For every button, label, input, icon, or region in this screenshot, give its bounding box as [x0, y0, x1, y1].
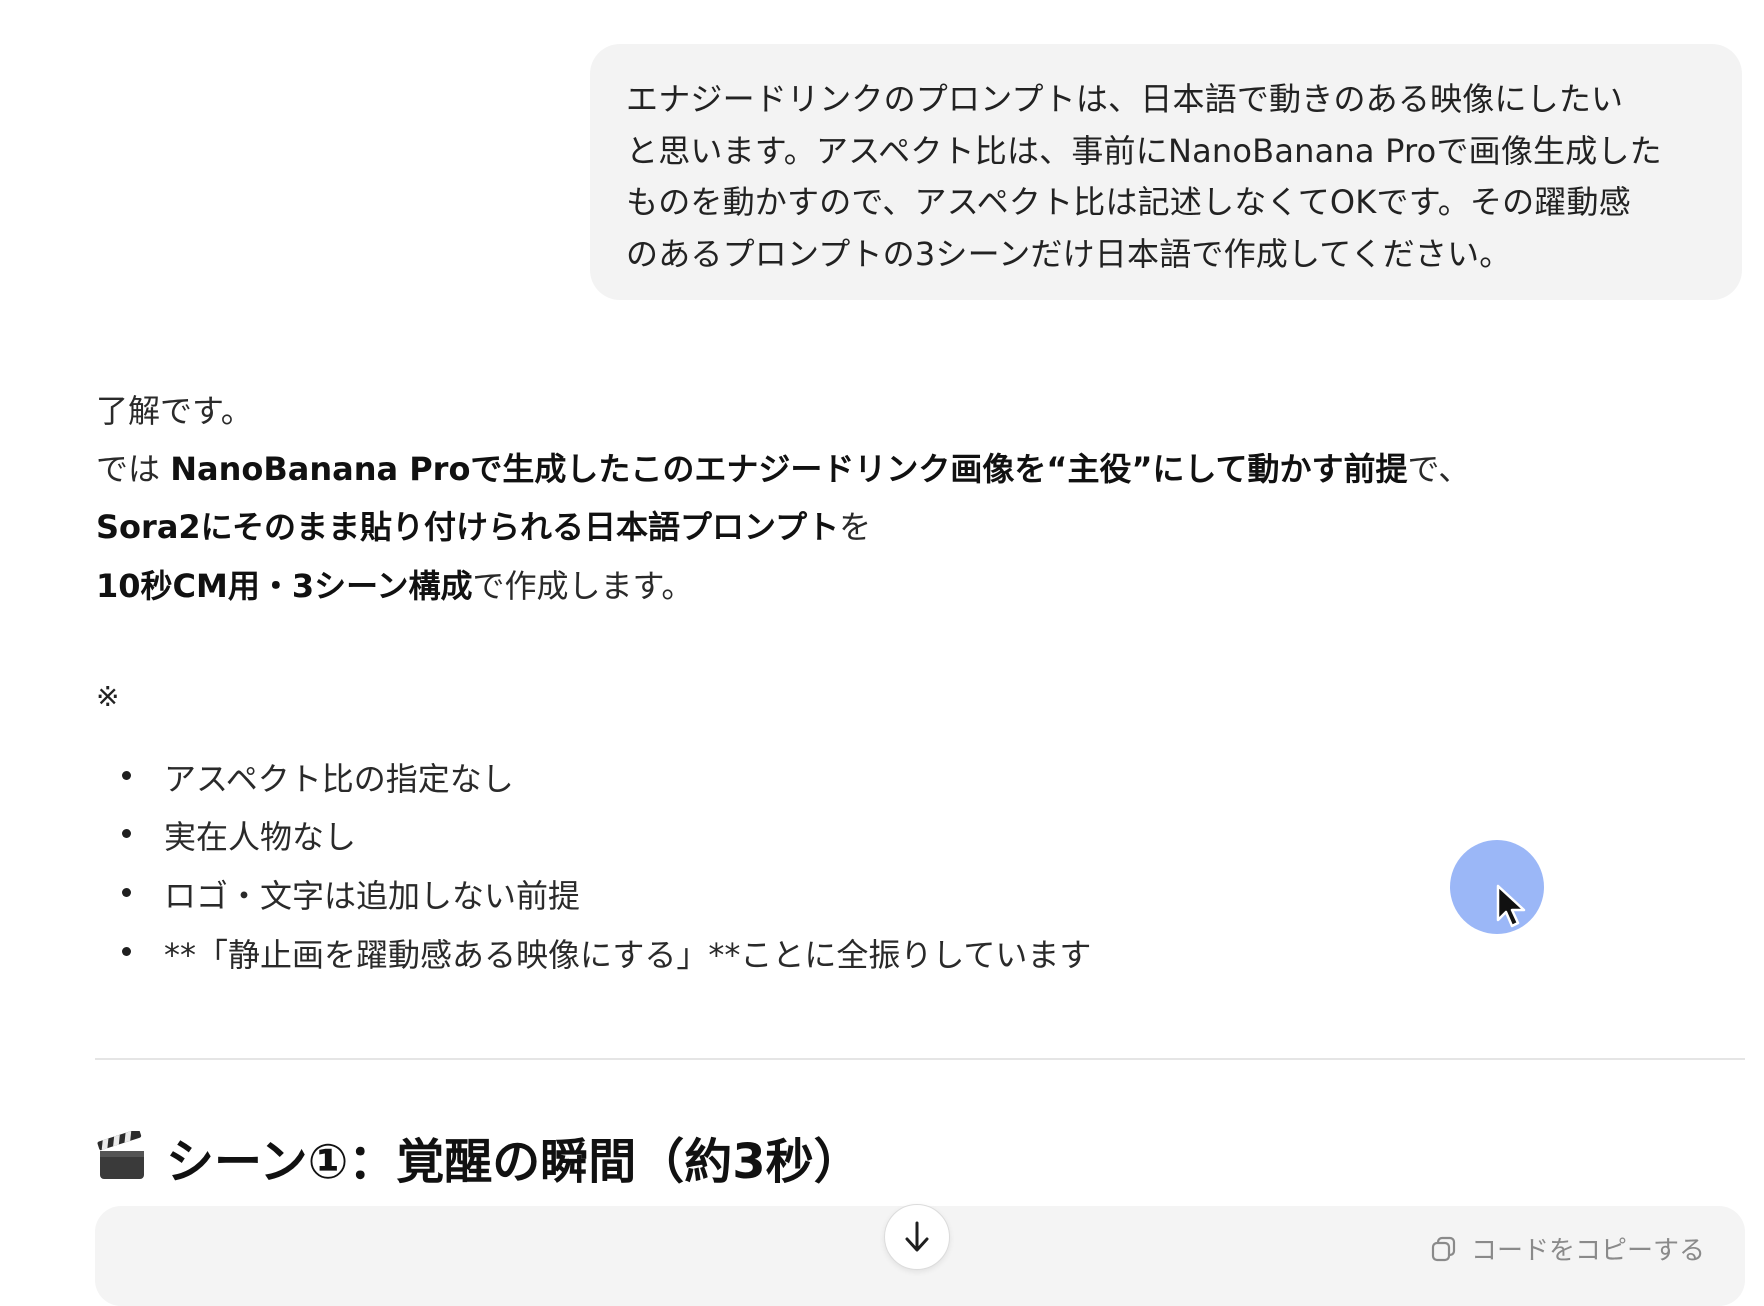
- bullet-dot: [122, 888, 131, 897]
- arrow-down-icon: [905, 1221, 929, 1252]
- user-message-bubble: エナジードリンクのプロンプトは、日本語で動きのある映像にしたい と思います。アス…: [590, 44, 1742, 300]
- reply-line-2: では NanoBanana Proで生成したこのエナジードリンク画像を“主役”に…: [96, 444, 1470, 490]
- clapperboard-icon: [96, 1129, 148, 1183]
- user-message-line: と思います。アスペクト比は、事前にNanoBanana Proで画像生成した: [626, 131, 1662, 170]
- bullet-dot: [122, 829, 131, 838]
- reply-text: を: [839, 508, 872, 546]
- bullet-dot: [122, 947, 131, 956]
- user-message-line: のあるプロンプトの3シーンだけ日本語で作成してください。: [626, 234, 1512, 273]
- bullet-dot: [122, 771, 131, 780]
- reply-greeting: 了解です。: [96, 392, 253, 430]
- reply-text: では: [96, 450, 171, 488]
- list-item-text: アスペクト比の指定なし: [164, 760, 514, 798]
- user-message-line: ものを動かすので、アスペクト比は記述しなくてOKです。その躍動感: [626, 183, 1631, 221]
- list-item-text: **「静止画を躍動感ある映像にする」**ことに全振りしています: [164, 936, 1092, 974]
- scene-heading: シーン①：覚醒の瞬間（約3秒）: [96, 1122, 862, 1192]
- list-item-text: 実在人物なし: [164, 818, 357, 856]
- section-divider: [95, 1058, 1745, 1060]
- scene-heading-text: シーン①：覚醒の瞬間（約3秒）: [166, 1134, 862, 1190]
- reply-bold-text: Sora2にそのまま貼り付けられる日本語プロンプト: [96, 508, 840, 546]
- scroll-to-bottom-button[interactable]: [884, 1204, 950, 1270]
- reply-bold-text: 10秒CM用・3シーン構成: [96, 567, 473, 605]
- reply-line-4: 10秒CM用・3シーン構成で作成します。: [96, 561, 693, 607]
- reply-line-3: Sora2にそのまま貼り付けられる日本語プロンプトを: [96, 502, 871, 548]
- list-item-text: ロゴ・文字は追加しない前提: [164, 877, 581, 915]
- copy-code-label: コードをコピーする: [1470, 1236, 1705, 1266]
- reply-text: で作成します。: [472, 567, 694, 605]
- reply-text: で、: [1407, 450, 1471, 488]
- copy-code-button[interactable]: コードをコピーする: [1429, 1230, 1705, 1267]
- note-mark: ※: [96, 680, 120, 713]
- mouse-pointer-icon: [1496, 884, 1526, 928]
- user-message-line: エナジードリンクのプロンプトは、日本語で動きのある映像にしたい: [626, 80, 1624, 118]
- reply-bold-text: NanoBanana Proで生成したこのエナジードリンク画像を“主役”にして動…: [170, 450, 1408, 488]
- copy-icon: [1431, 1236, 1456, 1261]
